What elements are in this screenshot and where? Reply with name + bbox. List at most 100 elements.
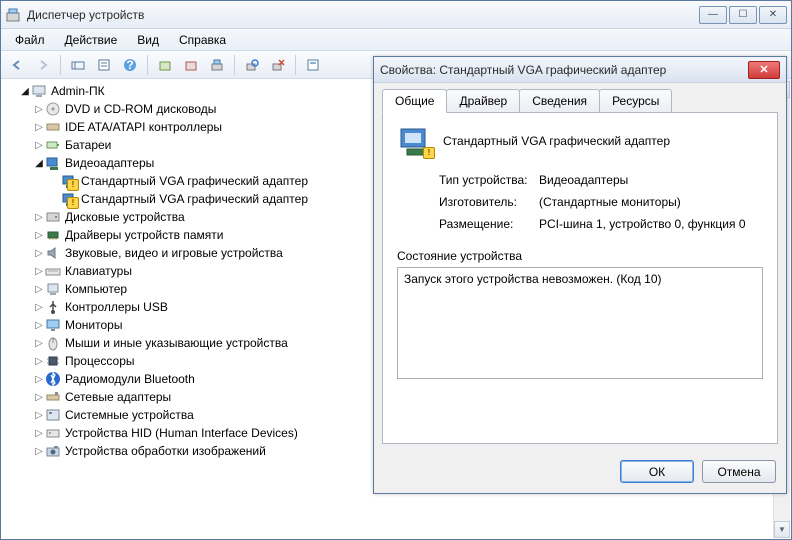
tree-category[interactable]: ◢Видеоадаптеры (5, 154, 365, 172)
tree-root[interactable]: ◢ Admin-ПК (5, 82, 365, 100)
tab-resources[interactable]: Ресурсы (599, 89, 672, 112)
category-icon (45, 443, 61, 459)
titlebar[interactable]: Диспетчер устройств — ☐ ✕ (1, 1, 791, 29)
cancel-button[interactable]: Отмена (702, 460, 776, 483)
tree-item-label: Батареи (65, 138, 111, 152)
close-button[interactable]: ✕ (759, 6, 787, 24)
tb-help-button[interactable]: ? (118, 54, 142, 76)
tree-category[interactable]: ▷ DVD и CD-ROM дисководы (5, 100, 365, 118)
tb-properties-button[interactable] (92, 54, 116, 76)
tab-details[interactable]: Сведения (519, 89, 600, 112)
tree-item-label: Контроллеры USB (65, 300, 168, 314)
category-icon (45, 209, 61, 225)
category-icon (45, 281, 61, 297)
tree-item-label: DVD и CD-ROM дисководы (65, 102, 216, 116)
dialog-titlebar[interactable]: Свойства: Стандартный VGA графический ад… (374, 57, 786, 83)
tree-category[interactable]: ▷ Радиомодули Bluetooth (5, 370, 365, 388)
tab-general[interactable]: Общие (382, 89, 447, 113)
menu-view[interactable]: Вид (127, 29, 169, 50)
tree-category[interactable]: ▷ Звуковые, видео и игровые устройства (5, 244, 365, 262)
dialog-close-button[interactable]: ✕ (748, 61, 780, 79)
expand-icon[interactable]: ▷ (33, 122, 45, 133)
expand-icon[interactable]: ▷ (33, 374, 45, 385)
expand-icon[interactable]: ▷ (33, 356, 45, 367)
expand-icon[interactable]: ◢ (19, 86, 31, 97)
device-icon (397, 125, 433, 157)
ok-button[interactable]: ОК (620, 460, 694, 483)
tree-category[interactable]: ▷ Устройства обработки изображений (5, 442, 365, 460)
category-icon (45, 101, 61, 117)
category-icon (45, 263, 61, 279)
expand-icon[interactable]: ▷ (33, 140, 45, 151)
expand-icon[interactable]: ▷ (33, 266, 45, 277)
device-tree[interactable]: ◢ Admin-ПК ▷ DVD и CD-ROM дисководы ▷ IDE A… (5, 82, 365, 460)
tb-uninstall-button[interactable] (179, 54, 203, 76)
tree-category[interactable]: ▷Мониторы (5, 316, 365, 334)
tree-category[interactable]: ▷ Сетевые адаптеры (5, 388, 365, 406)
tree-item-label: Стандартный VGA графический адаптер (81, 174, 308, 188)
expand-icon[interactable]: ▷ (33, 392, 45, 403)
tabstrip: Общие Драйвер Сведения Ресурсы (374, 83, 786, 112)
tb-prop2-button[interactable] (301, 54, 325, 76)
tree-item-label: Устройства HID (Human Interface Devices) (65, 426, 298, 440)
status-textarea[interactable] (397, 267, 763, 379)
expand-icon[interactable]: ▷ (33, 338, 45, 349)
expand-icon[interactable]: ▷ (33, 302, 45, 313)
svg-text:?: ? (126, 58, 133, 72)
tree-category[interactable]: ▷ Контроллеры USB (5, 298, 365, 316)
tb-update-driver-button[interactable] (153, 54, 177, 76)
tb-back-button[interactable] (5, 54, 29, 76)
status-label: Состояние устройства (397, 249, 763, 263)
expand-icon[interactable]: ▷ (33, 320, 45, 331)
tree-item-label: Клавиатуры (65, 264, 132, 278)
category-icon (45, 227, 61, 243)
tree-item-label: Системные устройства (65, 408, 194, 422)
category-icon (45, 389, 61, 405)
tb-disable-button[interactable] (205, 54, 229, 76)
expand-icon[interactable]: ▷ (33, 284, 45, 295)
maximize-button[interactable]: ☐ (729, 6, 757, 24)
tb-uninstall-device-button[interactable] (266, 54, 290, 76)
menu-file[interactable]: Файл (5, 29, 55, 50)
device-icon (61, 191, 77, 207)
tb-forward-button[interactable] (31, 54, 55, 76)
tree-category[interactable]: ▷ Драйверы устройств памяти (5, 226, 365, 244)
device-icon (61, 173, 77, 189)
expand-icon[interactable]: ▷ (33, 410, 45, 421)
tree-category[interactable]: ▷Мыши и иные указывающие устройства (5, 334, 365, 352)
tree-category[interactable]: ▷ Системные устройства (5, 406, 365, 424)
tree-category[interactable]: ▷ IDE ATA/ATAPI контроллеры (5, 118, 365, 136)
tree-item-label: IDE ATA/ATAPI контроллеры (65, 120, 222, 134)
tree-device[interactable]: Стандартный VGA графический адаптер (5, 190, 365, 208)
tree-item-label: Драйверы устройств памяти (65, 228, 223, 242)
menu-action[interactable]: Действие (55, 29, 128, 50)
expand-icon[interactable]: ▷ (33, 446, 45, 457)
expand-icon[interactable]: ▷ (33, 428, 45, 439)
tb-scan-button[interactable] (240, 54, 264, 76)
tb-show-hidden-button[interactable] (66, 54, 90, 76)
tree-category[interactable]: ▷ Клавиатуры (5, 262, 365, 280)
tree-category[interactable]: ▷Процессоры (5, 352, 365, 370)
tree-item-label: Устройства обработки изображений (65, 444, 266, 458)
expand-icon[interactable]: ▷ (33, 212, 45, 223)
menubar: Файл Действие Вид Справка (1, 29, 791, 51)
scroll-down-icon[interactable]: ▼ (774, 521, 790, 538)
category-icon (45, 137, 61, 153)
tree-category[interactable]: ▷ Батареи (5, 136, 365, 154)
category-icon (45, 425, 61, 441)
tree-category[interactable]: ▷ Устройства HID (Human Interface Devices… (5, 424, 365, 442)
tree-device[interactable]: Стандартный VGA графический адаптер (5, 172, 365, 190)
tree-item-label: Звуковые, видео и игровые устройства (65, 246, 283, 260)
expand-icon[interactable]: ▷ (33, 248, 45, 259)
minimize-button[interactable]: — (699, 6, 727, 24)
tab-panel-general: Стандартный VGA графический адаптер Тип … (382, 112, 778, 444)
tab-driver[interactable]: Драйвер (446, 89, 520, 112)
tree-category[interactable]: ▷Дисковые устройства (5, 208, 365, 226)
tree-category[interactable]: ▷Компьютер (5, 280, 365, 298)
expand-icon[interactable]: ▷ (33, 230, 45, 241)
expand-icon[interactable]: ▷ (33, 104, 45, 115)
tree-item-label: Сетевые адаптеры (65, 390, 171, 404)
tree-item-label: Радиомодули Bluetooth (65, 372, 195, 386)
expand-icon[interactable]: ◢ (33, 158, 45, 169)
menu-help[interactable]: Справка (169, 29, 236, 50)
